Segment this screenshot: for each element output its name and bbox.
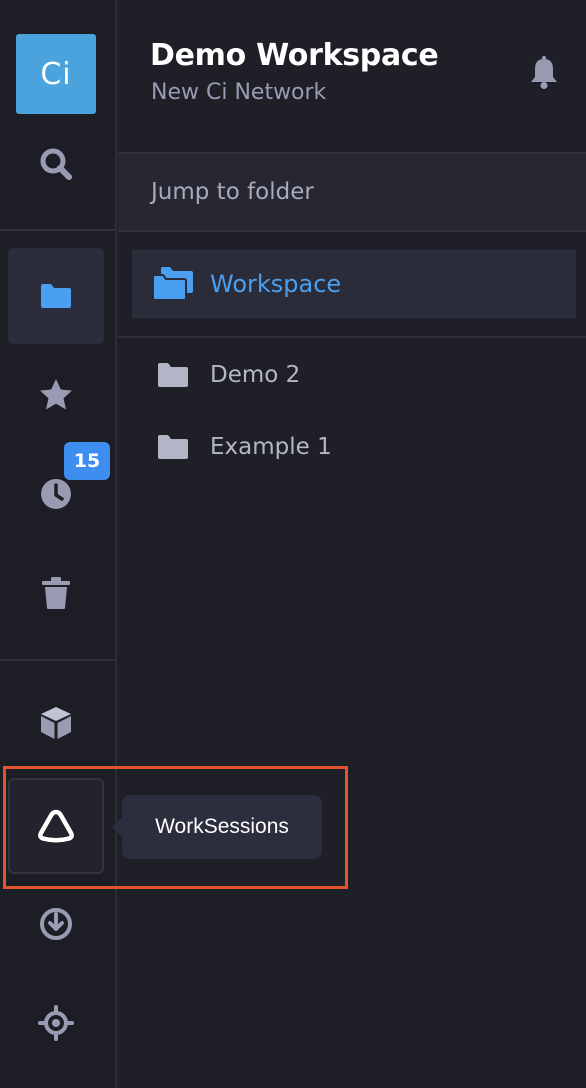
target-icon: [38, 1005, 74, 1041]
search-icon: [40, 148, 72, 180]
cube-icon: [41, 707, 71, 739]
workspace-title: Demo Workspace: [150, 38, 439, 73]
jump-to-folder-placeholder: Jump to folder: [151, 179, 314, 205]
rail-files-button[interactable]: [8, 248, 104, 344]
clock-icon: [41, 479, 71, 509]
app-logo[interactable]: Ci: [16, 34, 96, 114]
rail-packages-button[interactable]: [8, 675, 104, 771]
folder-item[interactable]: Example 1: [156, 427, 332, 467]
tree-root-workspace[interactable]: Workspace: [132, 250, 576, 318]
star-icon: [40, 379, 72, 410]
rail-download-button[interactable]: [8, 876, 104, 972]
rail-divider: [0, 229, 117, 231]
sidebar-rail: Ci 15: [0, 0, 117, 1088]
highlight-box: [3, 766, 348, 889]
folder-item[interactable]: Demo 2: [156, 355, 300, 395]
rail-favorites-button[interactable]: [8, 347, 104, 443]
rail-trash-button[interactable]: [8, 545, 104, 641]
bell-icon: [531, 56, 557, 89]
folder-icon: [158, 435, 188, 459]
app-window: Ci 15 Demo Workspace New Ci Network Jump…: [0, 0, 586, 1088]
folder-label: Demo 2: [210, 362, 301, 388]
rail-search-button[interactable]: [8, 116, 104, 212]
panel-divider: [118, 336, 586, 338]
workspace-subtitle: New Ci Network: [151, 80, 327, 105]
logo-text: Ci: [40, 56, 72, 92]
trash-icon: [42, 577, 70, 609]
rail-settings-button[interactable]: [8, 975, 104, 1071]
rail-divider: [0, 659, 117, 661]
download-icon: [40, 908, 72, 940]
folders-icon: [152, 267, 193, 301]
folder-label: Example 1: [210, 434, 332, 460]
folder-icon: [158, 363, 188, 387]
notifications-button[interactable]: [528, 56, 560, 94]
folder-icon: [41, 284, 71, 308]
tree-root-label: Workspace: [210, 270, 342, 298]
jump-to-folder-input[interactable]: Jump to folder: [118, 152, 586, 232]
recent-count-badge: 15: [64, 442, 110, 480]
